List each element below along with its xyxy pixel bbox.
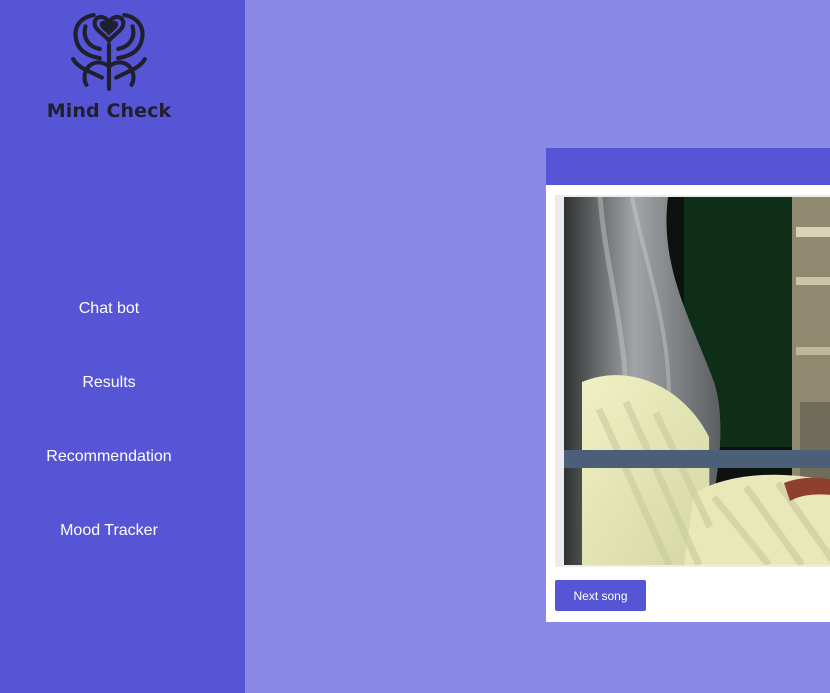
video-frame xyxy=(555,195,830,567)
heart-tree-icon xyxy=(71,13,147,91)
video-thumbnail xyxy=(564,197,830,565)
video-player[interactable] xyxy=(564,197,830,565)
sidebar-item-results[interactable]: Results xyxy=(0,374,218,392)
app-page: Mind Check Chat bot Results Recommendati… xyxy=(0,0,830,693)
brand-logo: Mind Check xyxy=(0,10,218,122)
sidebar-item-mood-tracker[interactable]: Mood Tracker xyxy=(0,522,218,540)
sidebar: Mind Check Chat bot Results Recommendati… xyxy=(0,0,245,693)
music-player-card: Next song xyxy=(546,148,830,622)
next-song-button[interactable]: Next song xyxy=(555,580,646,611)
sidebar-item-chat-bot[interactable]: Chat bot xyxy=(0,300,218,318)
player-header-bar xyxy=(546,148,830,185)
brand-name: Mind Check xyxy=(46,100,172,122)
sidebar-item-recommendation[interactable]: Recommendation xyxy=(0,448,218,466)
